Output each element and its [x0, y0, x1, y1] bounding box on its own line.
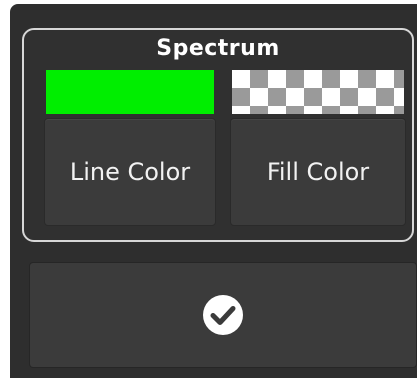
fill-color-label: Fill Color — [266, 158, 370, 186]
fill-color-swatch — [232, 70, 404, 114]
spectrum-panel: Spectrum Line Color Fill Color — [22, 28, 414, 242]
fill-color-button[interactable]: Fill Color — [230, 118, 406, 226]
line-color-button[interactable]: Line Color — [44, 118, 216, 226]
line-color-label: Line Color — [69, 158, 191, 186]
checkmark-circle-icon — [203, 295, 243, 335]
confirm-button[interactable] — [29, 262, 417, 368]
panel-title: Spectrum — [156, 36, 280, 61]
line-color-swatch — [46, 70, 214, 114]
